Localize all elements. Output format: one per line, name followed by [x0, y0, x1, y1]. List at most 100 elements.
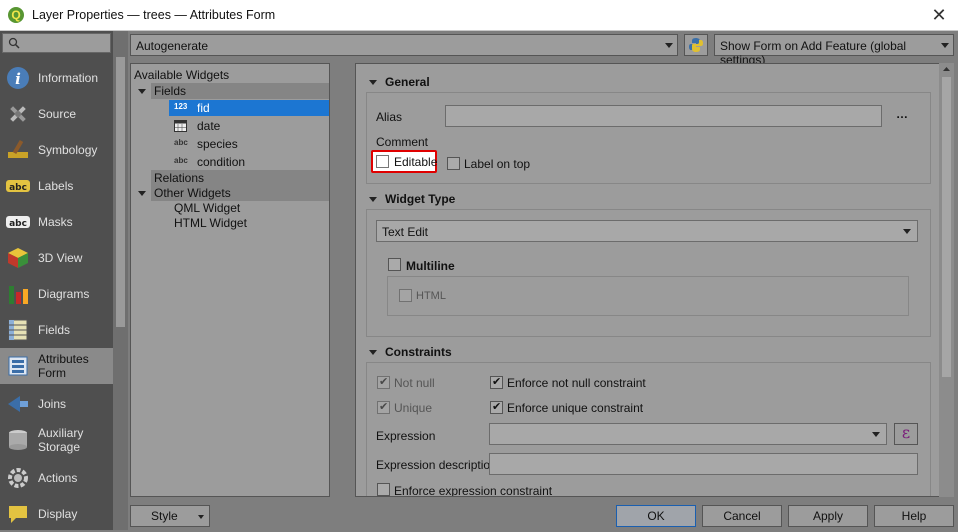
sidebar-item-actions[interactable]: Actions	[0, 460, 113, 496]
expression-input[interactable]	[489, 423, 887, 445]
integer-field-icon: 123	[174, 102, 188, 111]
sidebar-item-3d-view[interactable]: 3D View	[0, 240, 113, 276]
window-title: Layer Properties — trees — Attributes Fo…	[32, 8, 276, 22]
enforce-expression-checkbox[interactable]	[377, 483, 390, 496]
editable-checkbox[interactable]	[376, 155, 389, 168]
sidebar-item-label: Diagrams	[38, 287, 90, 301]
editable-label: Editable	[394, 155, 438, 169]
scrollbar-thumb[interactable]	[942, 77, 951, 377]
sidebar-item-label: Labels	[38, 179, 74, 193]
help-button[interactable]: Help	[874, 505, 954, 527]
chevron-down-icon	[665, 43, 673, 48]
multiline-label: Multiline	[406, 259, 455, 273]
apply-button[interactable]: Apply	[788, 505, 868, 527]
multiline-checkbox[interactable]	[388, 258, 401, 271]
sidebar-item-source[interactable]: Source	[0, 96, 113, 132]
not-null-checkbox[interactable]	[377, 375, 390, 389]
information-icon: i	[7, 67, 29, 89]
sidebar-item-fields[interactable]: Fields	[0, 312, 113, 348]
widget-type-combo[interactable]: Text Edit	[376, 220, 918, 242]
sidebar-item-label: Fields	[38, 323, 71, 337]
not-null-label: Not null	[394, 376, 435, 390]
properties-scrollbar[interactable]	[939, 63, 954, 497]
wrench-icon	[10, 106, 26, 122]
tree-header: Available Widgets	[134, 68, 230, 82]
tree-item-html-widget[interactable]: HTML Widget	[174, 215, 329, 231]
tree-group-other-widgets[interactable]: Other Widgets	[151, 185, 329, 201]
python-init-button[interactable]	[684, 34, 708, 56]
tree-group-fields[interactable]: Fields	[151, 83, 329, 99]
tree-item-qml-widget[interactable]: QML Widget	[174, 200, 329, 216]
text-field-icon: abc	[174, 138, 188, 147]
tree-item-condition[interactable]: abc condition	[169, 154, 329, 170]
svg-text:i: i	[15, 70, 21, 88]
sidebar-search-input[interactable]	[2, 33, 111, 53]
tree-item-fid[interactable]: 123 fid	[169, 100, 329, 116]
alias-input[interactable]	[445, 105, 882, 127]
speech-bubble-icon	[9, 506, 27, 523]
layout-combo[interactable]: Autogenerate	[130, 34, 678, 56]
close-button[interactable]: ✕	[928, 4, 950, 26]
chevron-down-icon	[198, 515, 204, 519]
enforce-expression-label: Enforce expression constraint	[394, 484, 553, 497]
expression-description-label: Expression description	[376, 458, 497, 472]
alias-more-button[interactable]: …	[896, 107, 908, 121]
expand-arrow-icon[interactable]	[138, 191, 146, 196]
enforce-unique-checkbox[interactable]	[490, 400, 503, 414]
sidebar-item-information[interactable]: i Information	[0, 60, 113, 96]
collapse-arrow-icon[interactable]	[369, 197, 377, 202]
chevron-down-icon	[872, 432, 880, 437]
sidebar-item-labels[interactable]: abc Labels	[0, 168, 113, 204]
section-title-general: General	[385, 75, 430, 89]
sidebar-item-auxiliary-storage[interactable]: Auxiliary Storage	[0, 422, 113, 458]
collapse-arrow-icon[interactable]	[369, 350, 377, 355]
scroll-up-icon[interactable]	[939, 63, 954, 75]
sidebar-item-joins[interactable]: Joins	[0, 386, 113, 422]
tree-item-species[interactable]: abc species	[169, 136, 329, 152]
section-title-widget-type: Widget Type	[385, 192, 456, 206]
html-checkbox[interactable]	[399, 289, 412, 302]
expand-arrow-icon[interactable]	[138, 89, 146, 94]
unique-checkbox[interactable]	[377, 400, 390, 414]
ok-button[interactable]: OK	[616, 505, 696, 527]
show-form-combo[interactable]: Show Form on Add Feature (global setting…	[714, 34, 954, 67]
paintbrush-icon	[8, 139, 28, 158]
sidebar-scrollbar[interactable]	[113, 31, 128, 530]
gear-icon	[8, 468, 28, 488]
sidebar-item-label: Actions	[38, 471, 78, 485]
tree-item-date[interactable]: date	[169, 118, 329, 134]
cube-icon	[8, 248, 28, 268]
enforce-not-null-checkbox[interactable]	[490, 375, 503, 389]
properties-sidebar: i Information Source Symbology abc Label…	[0, 31, 113, 530]
enforce-unique-label: Enforce unique constraint	[507, 401, 644, 415]
tree-group-relations[interactable]: Relations	[151, 170, 329, 186]
sidebar-item-masks[interactable]: abc Masks	[0, 204, 113, 240]
editable-highlight[interactable]: Editable	[371, 150, 437, 173]
sidebar-item-attributes-form[interactable]: Attributes Form	[0, 348, 113, 384]
style-button[interactable]: Style	[130, 505, 210, 527]
cancel-button[interactable]: Cancel	[702, 505, 782, 527]
section-title-constraints: Constraints	[385, 345, 452, 359]
html-label: HTML	[416, 290, 446, 302]
sidebar-item-symbology[interactable]: Symbology	[0, 132, 113, 168]
sidebar-item-label: Source	[38, 107, 77, 121]
unique-label: Unique	[394, 401, 433, 415]
database-icon	[9, 430, 27, 450]
search-icon	[8, 37, 20, 49]
sidebar-item-diagrams[interactable]: Diagrams	[0, 276, 113, 312]
sidebar-item-display[interactable]: Display	[0, 496, 113, 532]
expression-description-input[interactable]	[489, 453, 918, 475]
expression-builder-button[interactable]: ε	[894, 423, 918, 445]
chevron-down-icon	[903, 229, 911, 234]
label-on-top-checkbox[interactable]	[447, 157, 460, 170]
collapse-arrow-icon[interactable]	[369, 80, 377, 85]
sidebar-item-label: Auxiliary Storage	[38, 426, 84, 454]
sidebar-item-label: Joins	[38, 397, 67, 411]
available-widgets-tree[interactable]: Available Widgets Fields 123 fid date ab…	[130, 63, 330, 497]
panel-splitter[interactable]	[347, 63, 353, 497]
scrollbar-thumb[interactable]	[116, 57, 125, 327]
comment-label: Comment	[376, 135, 429, 149]
sidebar-item-label: Attributes Form	[38, 352, 89, 380]
qgis-logo-icon: Q	[8, 7, 24, 23]
title-bar: Q Layer Properties — trees — Attributes …	[0, 0, 958, 31]
